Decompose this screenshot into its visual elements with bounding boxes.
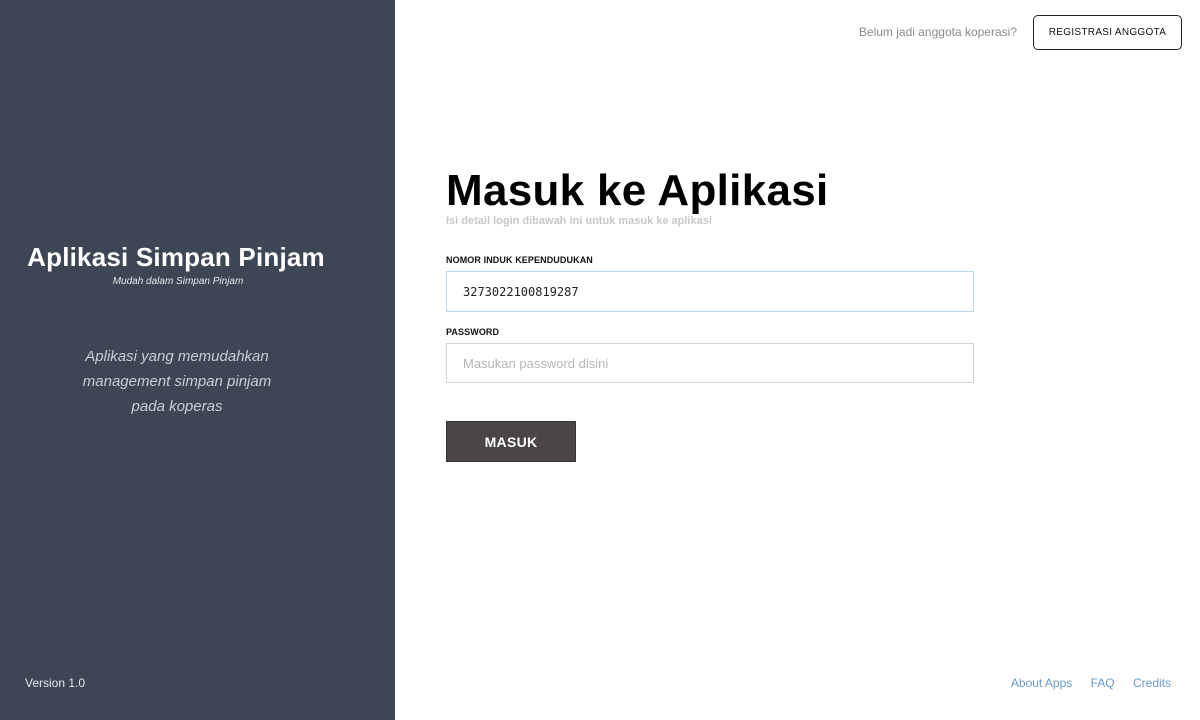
nik-input[interactable]: [446, 271, 974, 312]
app-subtitle: Mudah dalam Simpan Pinjam: [112, 276, 244, 287]
app-description-line: management simpan pinjam: [82, 373, 272, 390]
faq-link[interactable]: FAQ: [1091, 676, 1115, 690]
footer-links: About Apps FAQ Credits: [996, 676, 1171, 690]
credits-link[interactable]: Credits: [1133, 676, 1171, 690]
page-subtitle: Isi detail login dibawah ini untuk masuk…: [446, 215, 712, 227]
main-panel: Belum jadi anggota koperasi? REGISTRASI …: [395, 0, 1200, 720]
app-description-line: pada koperas: [131, 398, 223, 415]
sidebar: Aplikasi Simpan Pinjam Mudah dalam Simpa…: [0, 0, 395, 720]
app-description-line: Aplikasi yang memudahkan: [85, 348, 269, 365]
app-title: Aplikasi Simpan Pinjam: [27, 242, 325, 272]
version-label: Version 1.0: [25, 676, 86, 690]
about-apps-link[interactable]: About Apps: [1011, 676, 1072, 690]
app-description: Aplikasi yang memudahkan management simp…: [0, 344, 354, 419]
page-title: Masuk ke Aplikasi: [446, 166, 829, 215]
login-button[interactable]: MASUK: [446, 421, 576, 462]
password-input[interactable]: [446, 343, 974, 383]
register-prompt: Belum jadi anggota koperasi?: [858, 25, 1017, 39]
nik-label: NOMOR INDUK KEPENDUDUKAN: [446, 255, 593, 265]
register-button[interactable]: REGISTRASI ANGGOTA: [1033, 15, 1182, 50]
password-label: PASSWORD: [446, 327, 500, 337]
